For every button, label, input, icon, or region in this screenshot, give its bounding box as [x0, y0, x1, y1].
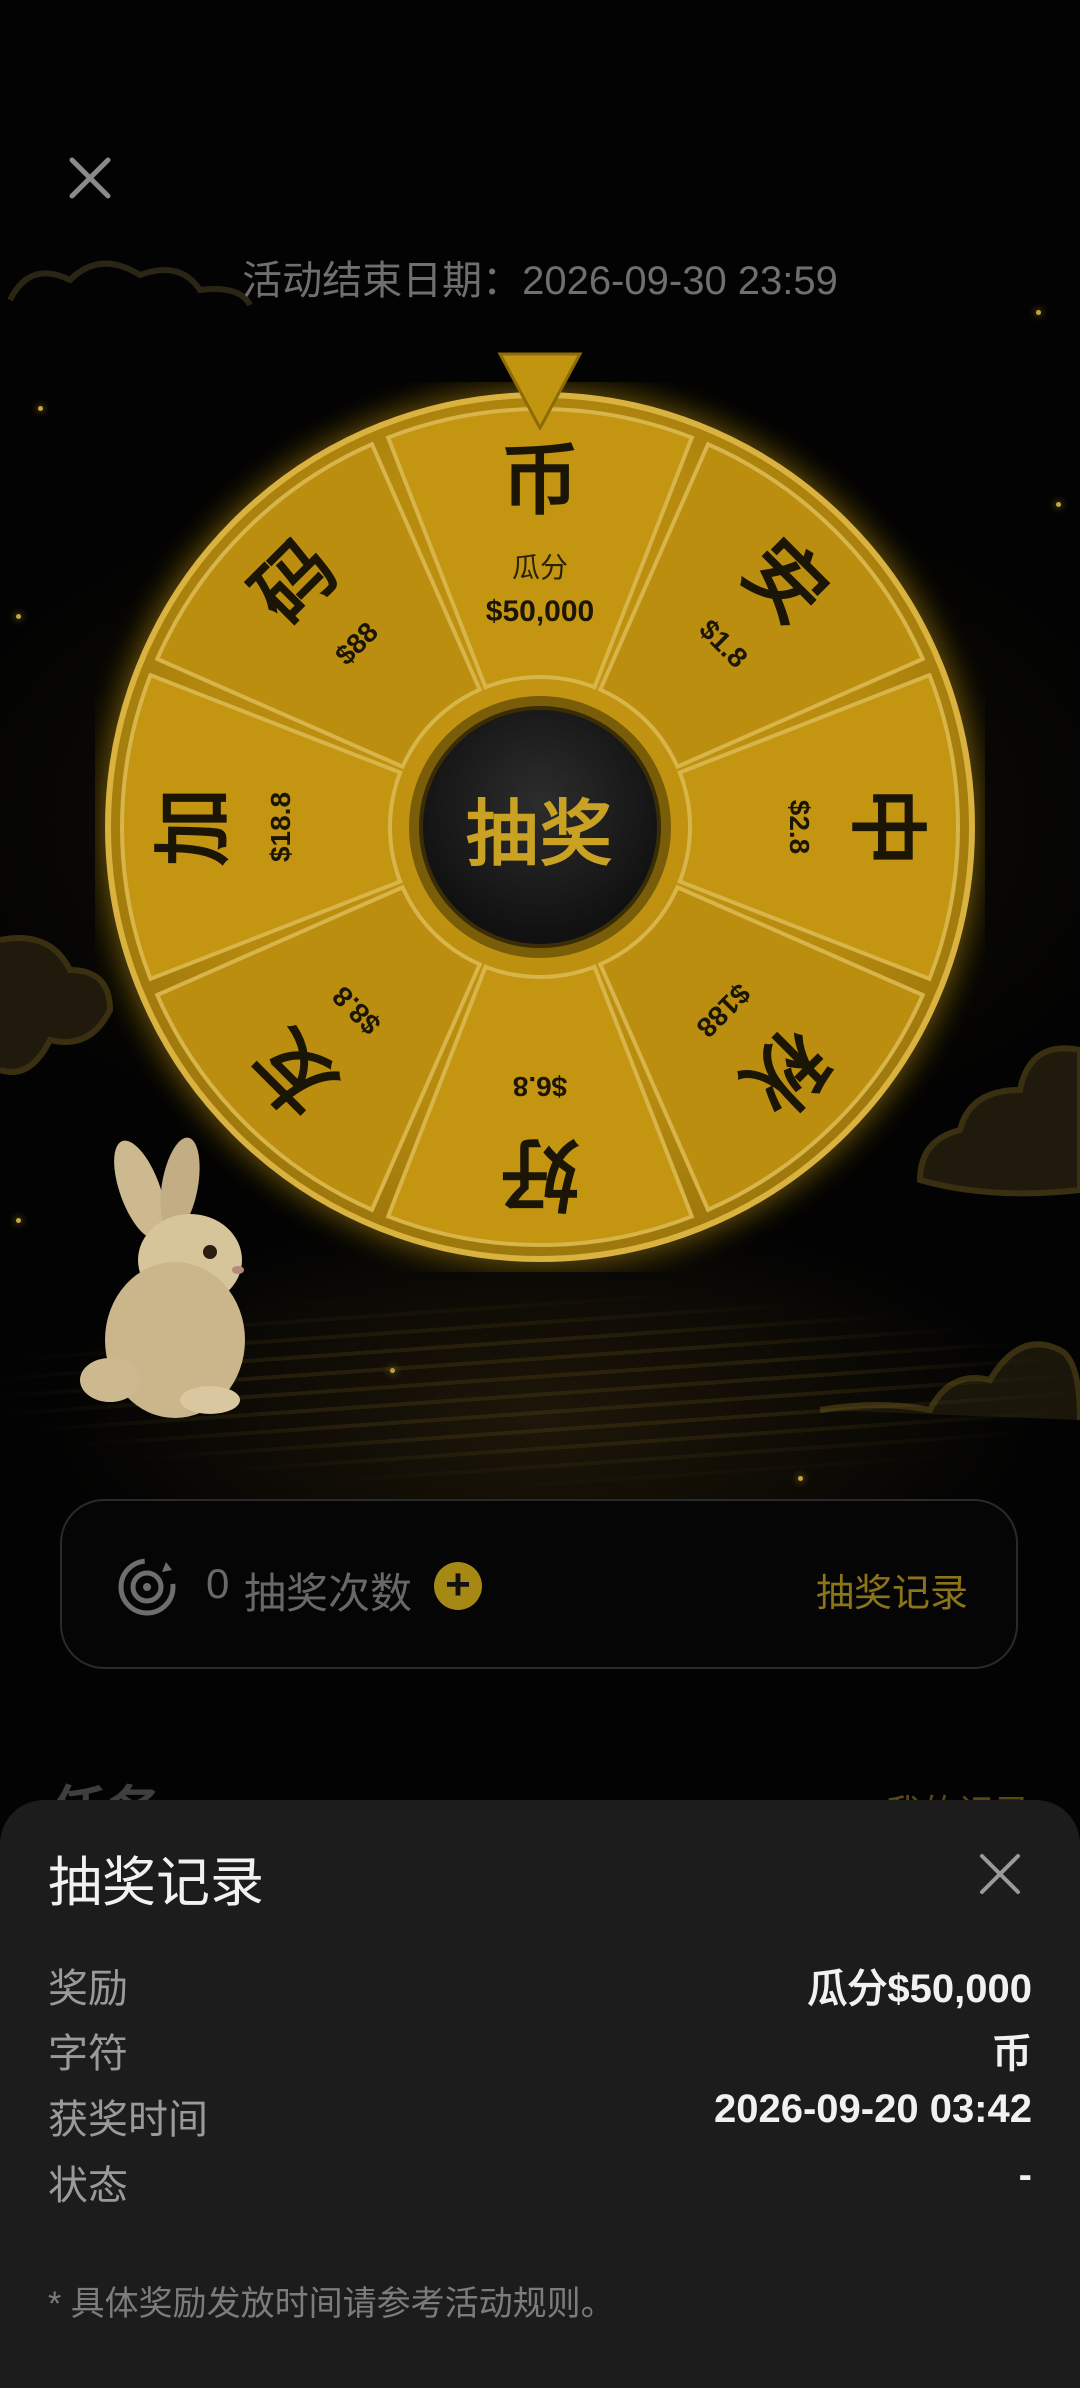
draw-record-link[interactable]: 抽奖记录 — [816, 1562, 968, 1617]
spin-count-icon — [118, 1558, 176, 1616]
star-decoration — [1056, 502, 1061, 507]
record-key: 奖励 — [48, 1967, 128, 2011]
draw-count: 0 — [206, 1560, 230, 1607]
record-key: 获奖时间 — [48, 2098, 208, 2142]
rabbit-illustration — [80, 1137, 245, 1418]
sheet-title: 抽奖记录 — [48, 1853, 264, 1913]
reward-note: * 具体奖励发放时间请参考活动规则。 — [48, 2285, 615, 2323]
record-key: 状态 — [48, 2164, 128, 2208]
star-decoration — [38, 406, 43, 411]
record-row-reward: 奖励 瓜分$50,000 — [48, 1956, 1032, 2016]
record-row-character: 字符 币 — [48, 2021, 1032, 2081]
segment-character: 加 — [149, 788, 239, 866]
wheel-segment-label: 加 $18.8 — [149, 788, 296, 866]
segment-amount: $18.8 — [265, 792, 296, 862]
activity-end-date: 活动结束日期：2026-09-30 23:59 — [242, 259, 838, 303]
spin-button[interactable]: 抽奖 — [409, 696, 671, 958]
segment-character: 好 — [501, 1128, 580, 1218]
segment-amount: $6.8 — [513, 1071, 568, 1102]
star-decoration — [1036, 310, 1041, 315]
segment-amount: $50,000 — [486, 595, 594, 628]
close-icon[interactable] — [978, 1852, 1022, 1896]
close-icon[interactable] — [62, 150, 118, 206]
star-decoration — [16, 614, 21, 619]
record-value: 2026-09-20 03:42 — [713, 2087, 1032, 2131]
record-key: 字符 — [48, 2032, 128, 2076]
record-value: 币 — [992, 2032, 1032, 2076]
wheel-segment-label: 好 $6.8 — [501, 1071, 580, 1218]
segment-character: 币 — [501, 436, 579, 526]
segment-amount: $2.8 — [784, 800, 815, 855]
record-row-time: 获奖时间 2026-09-20 03:42 — [48, 2087, 1032, 2147]
draw-count-label: 抽奖次数 — [244, 1570, 413, 1617]
segment-subtitle: 瓜分 — [512, 551, 568, 584]
segment-character: 中 — [841, 788, 931, 866]
record-value: 瓜分$50,000 — [807, 1967, 1032, 2011]
add-draws-button[interactable]: + — [434, 1562, 482, 1610]
record-value: - — [1018, 2153, 1032, 2197]
wheel-pointer-icon — [497, 352, 583, 430]
spin-button-label: 抽奖 — [465, 794, 614, 875]
star-decoration — [16, 1218, 21, 1223]
record-row-status: 状态 - — [48, 2153, 1032, 2213]
